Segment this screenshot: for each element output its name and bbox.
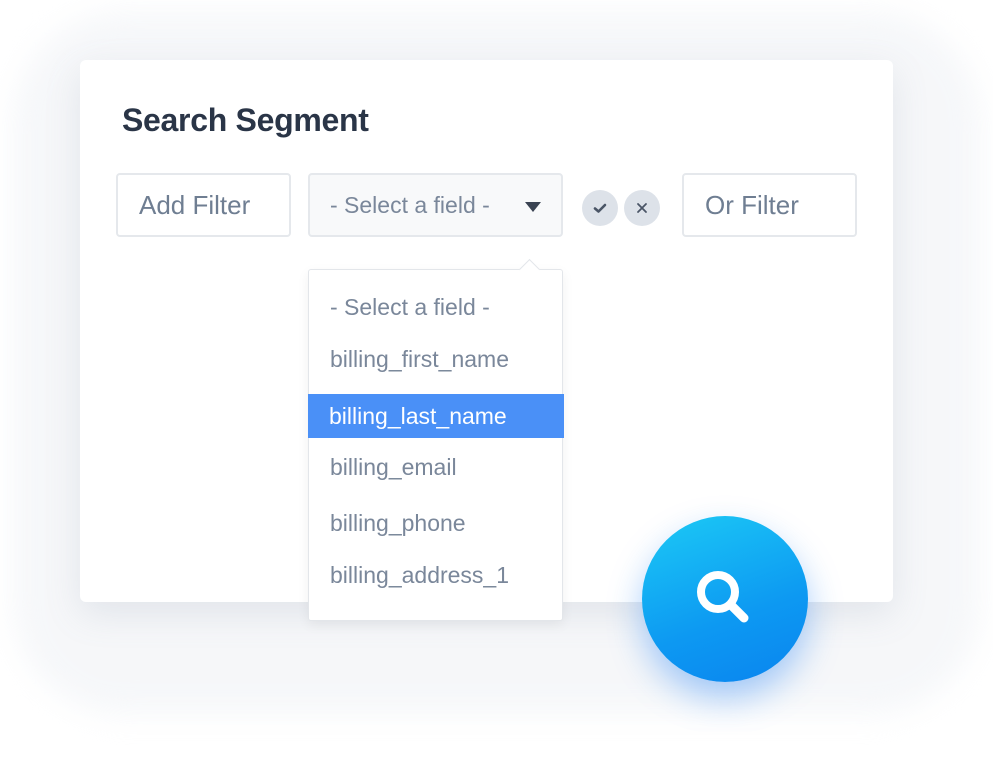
dropdown-option-selected[interactable]: billing_last_name bbox=[308, 394, 564, 438]
dropdown-option[interactable]: billing_first_name bbox=[309, 337, 564, 381]
search-icon bbox=[697, 571, 749, 623]
or-filter-button[interactable]: Or Filter bbox=[682, 173, 857, 237]
caret-down-icon bbox=[525, 202, 541, 212]
close-icon bbox=[637, 203, 647, 213]
search-button[interactable] bbox=[642, 516, 808, 682]
field-dropdown-menu: - Select a field - billing_first_name bi… bbox=[308, 258, 564, 621]
check-icon bbox=[593, 203, 607, 213]
dropdown-option[interactable]: billing_address_1 bbox=[309, 553, 564, 597]
search-segment-panel: Search Segment Add Filter - Select a fie… bbox=[80, 60, 893, 621]
dropdown-option[interactable]: billing_email bbox=[309, 445, 564, 489]
field-select[interactable]: - Select a field - bbox=[308, 173, 563, 237]
add-filter-button[interactable]: Add Filter bbox=[116, 173, 291, 237]
dropdown-option[interactable]: billing_phone bbox=[309, 501, 564, 545]
confirm-button[interactable] bbox=[582, 190, 618, 226]
field-select-value: - Select a field - bbox=[330, 191, 490, 218]
dropdown-pointer bbox=[518, 258, 541, 281]
clear-button[interactable] bbox=[624, 190, 660, 226]
panel-title: Search Segment bbox=[122, 102, 369, 138]
dropdown-option[interactable]: - Select a field - bbox=[309, 285, 564, 329]
